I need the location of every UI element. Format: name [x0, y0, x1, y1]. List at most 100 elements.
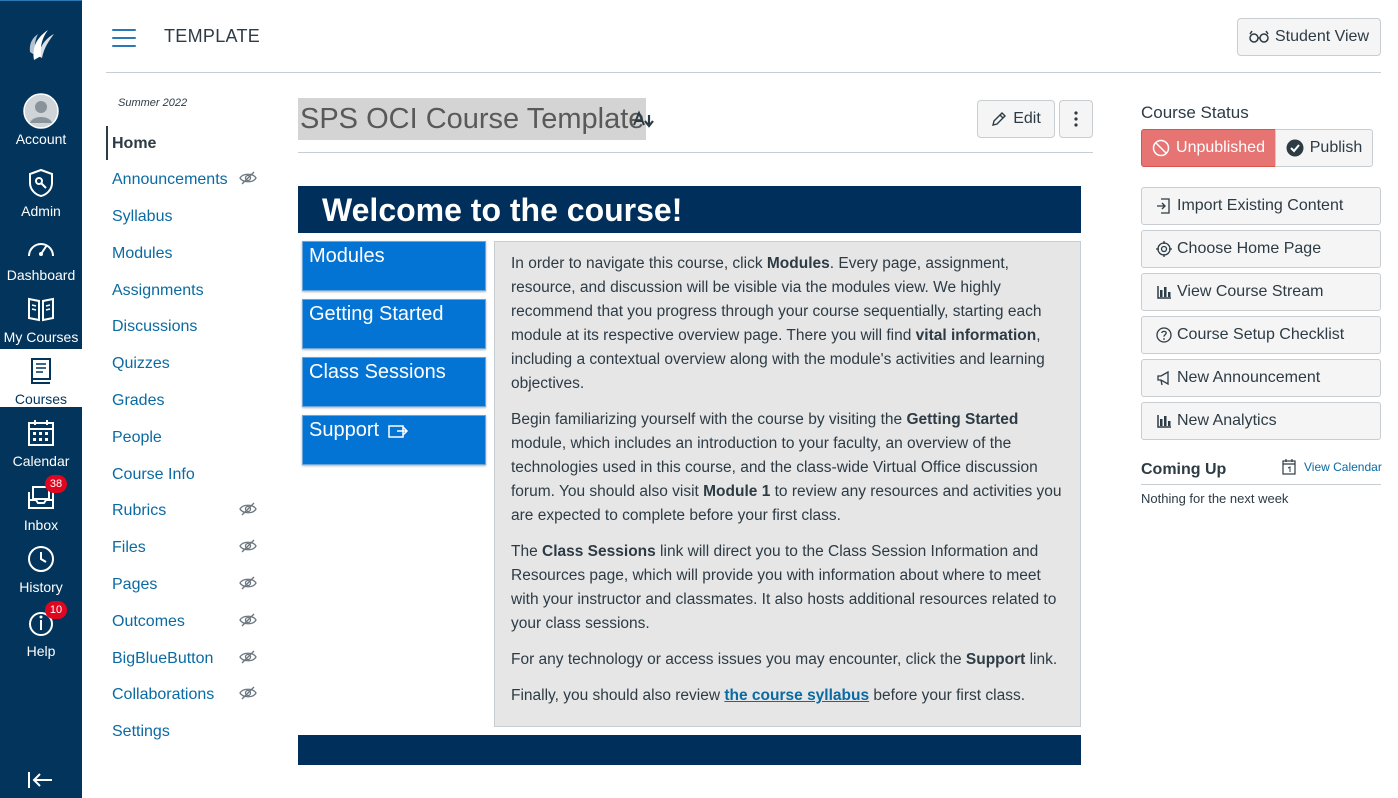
- global-nav-label: My Courses: [3, 329, 79, 345]
- course-nav-people[interactable]: People: [112, 429, 162, 447]
- course-status-heading: Course Status: [1141, 103, 1249, 122]
- student-view-label: Student View: [1275, 28, 1369, 45]
- prohibited-icon: [1152, 139, 1170, 157]
- eye-slash-icon: [239, 502, 257, 516]
- check-circle-icon: [1286, 139, 1304, 157]
- dashboard-gauge-icon: [23, 229, 59, 265]
- edit-label: Edit: [1013, 110, 1041, 127]
- course-nav-pages[interactable]: Pages: [112, 576, 157, 594]
- syllabus-link[interactable]: the course syllabus: [724, 687, 869, 704]
- class-sessions-link-button[interactable]: Class Sessions: [302, 357, 486, 407]
- bold-text: Module 1: [703, 483, 771, 500]
- global-nav-inbox[interactable]: 38 Inbox: [0, 475, 82, 543]
- global-nav-help[interactable]: 10 Help: [0, 601, 82, 669]
- coming-up-divider: [1141, 484, 1381, 485]
- global-nav-admin[interactable]: Admin: [0, 165, 82, 229]
- text: In order to navigate this course, click: [511, 255, 767, 272]
- active-indicator: [106, 126, 108, 160]
- institution-logo-icon[interactable]: [0, 19, 82, 69]
- action-label: New Analytics: [1177, 412, 1277, 429]
- global-nav-history[interactable]: History: [0, 541, 82, 605]
- welcome-banner: Welcome to the course!: [298, 186, 1081, 233]
- bar-chart-icon: [1157, 415, 1171, 428]
- global-nav-label: Help: [26, 643, 56, 659]
- getting-started-link-button[interactable]: Getting Started: [302, 299, 486, 349]
- global-nav-dashboard[interactable]: Dashboard: [0, 229, 82, 293]
- view-course-stream-button[interactable]: View Course Stream: [1141, 273, 1381, 311]
- global-nav-my-courses[interactable]: My Courses: [0, 291, 82, 355]
- global-nav-label: Calendar: [12, 453, 70, 469]
- support-link-button[interactable]: Support: [302, 415, 486, 465]
- course-nav-assignments[interactable]: Assignments: [112, 282, 204, 300]
- course-nav-outcomes[interactable]: Outcomes: [112, 613, 185, 631]
- inbox-unread-badge: 38: [45, 475, 67, 493]
- course-nav-settings[interactable]: Settings: [112, 723, 170, 741]
- text-direction-icon[interactable]: [632, 109, 656, 131]
- pencil-icon: [992, 112, 1007, 126]
- more-options-button[interactable]: [1059, 100, 1093, 138]
- course-menu-toggle-button[interactable]: [110, 26, 138, 50]
- collapse-nav-icon[interactable]: [24, 767, 56, 793]
- bold-text: Getting Started: [906, 411, 1019, 428]
- action-label: Course Setup Checklist: [1177, 326, 1345, 343]
- import-icon: [1157, 198, 1170, 214]
- course-nav-files[interactable]: Files: [112, 539, 146, 557]
- support-label: Support: [309, 419, 380, 441]
- course-nav-home[interactable]: Home: [112, 135, 156, 153]
- text: before your first class.: [869, 687, 1026, 704]
- bar-chart-icon: [1157, 286, 1171, 299]
- course-nav-collaborations[interactable]: Collaborations: [112, 686, 214, 704]
- glasses-icon: [1249, 30, 1269, 43]
- coming-up-heading: Coming Up: [1141, 461, 1227, 478]
- bold-text: vital information: [915, 327, 1037, 344]
- admin-shield-icon: [23, 165, 59, 201]
- course-nav-course-info[interactable]: Course Info: [112, 466, 195, 484]
- help-badge: 10: [45, 601, 67, 619]
- unpublish-button[interactable]: Unpublished: [1141, 129, 1276, 167]
- my-courses-book-icon: [23, 291, 59, 327]
- global-nav-label: Account: [15, 131, 67, 147]
- course-setup-checklist-button[interactable]: Course Setup Checklist: [1141, 316, 1381, 354]
- edit-button[interactable]: Edit: [977, 100, 1055, 138]
- text: For any technology or access issues you …: [511, 651, 966, 668]
- course-nav-discussions[interactable]: Discussions: [112, 318, 197, 336]
- course-nav-grades[interactable]: Grades: [112, 392, 164, 410]
- bold-text: Class Sessions: [542, 543, 656, 560]
- syllabus-paragraph: Finally, you should also review the cour…: [511, 684, 1064, 708]
- view-calendar-link[interactable]: View Calendar: [1282, 459, 1382, 475]
- action-label: New Announcement: [1177, 369, 1321, 386]
- external-link-icon: [387, 424, 408, 438]
- global-nav-label: Admin: [21, 203, 61, 219]
- view-calendar-label: View Calendar: [1304, 460, 1382, 474]
- new-announcement-button[interactable]: New Announcement: [1141, 359, 1381, 397]
- eye-slash-icon: [239, 686, 257, 700]
- class-sessions-paragraph: The Class Sessions link will direct you …: [511, 540, 1064, 636]
- page-title: SPS OCI Course Template: [298, 98, 647, 140]
- course-nav-syllabus[interactable]: Syllabus: [112, 208, 172, 226]
- history-clock-icon: [23, 541, 59, 577]
- modules-link-button[interactable]: Modules: [302, 241, 486, 291]
- course-nav-announcements[interactable]: Announcements: [112, 171, 228, 189]
- global-nav-calendar[interactable]: Calendar: [0, 415, 82, 479]
- header-divider: [106, 72, 1381, 73]
- global-nav-account[interactable]: Account: [0, 93, 82, 157]
- footer-banner: [298, 735, 1081, 765]
- new-analytics-button[interactable]: New Analytics: [1141, 402, 1381, 440]
- course-nav-rubrics[interactable]: Rubrics: [112, 502, 166, 520]
- action-label: Import Existing Content: [1177, 197, 1344, 214]
- import-existing-content-button[interactable]: Import Existing Content: [1141, 187, 1381, 225]
- account-avatar-icon: [23, 93, 59, 129]
- course-nav-modules[interactable]: Modules: [112, 245, 172, 263]
- question-circle-icon: [1156, 327, 1172, 343]
- breadcrumb[interactable]: TEMPLATE: [164, 26, 260, 47]
- support-paragraph: For any technology or access issues you …: [511, 648, 1064, 672]
- course-nav-bigbluebutton[interactable]: BigBlueButton: [112, 650, 213, 668]
- course-intro-content: In order to navigate this course, click …: [494, 241, 1081, 727]
- course-nav-quizzes[interactable]: Quizzes: [112, 355, 170, 373]
- megaphone-icon: [1157, 370, 1169, 386]
- global-nav-label: Courses: [14, 391, 68, 407]
- student-view-button[interactable]: Student View: [1237, 18, 1381, 56]
- publish-button[interactable]: Publish: [1275, 129, 1373, 167]
- choose-home-page-button[interactable]: Choose Home Page: [1141, 230, 1381, 268]
- global-nav-courses[interactable]: Courses: [0, 349, 82, 407]
